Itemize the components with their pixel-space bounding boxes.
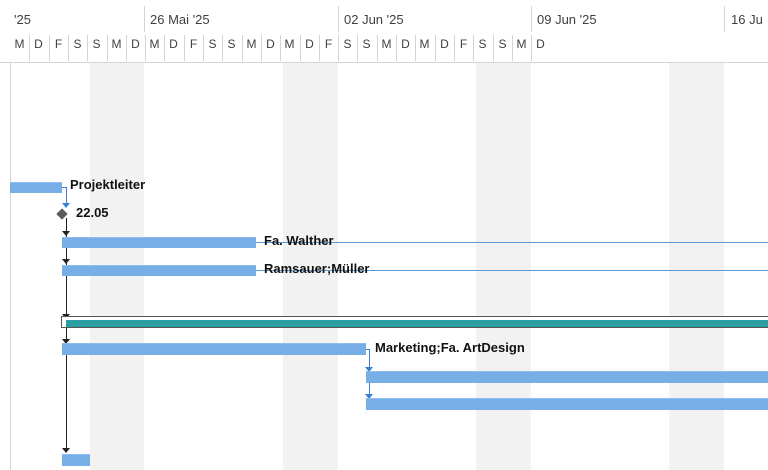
task-bar[interactable] — [366, 398, 768, 410]
day-label: F — [324, 37, 333, 51]
week-separator — [724, 6, 725, 32]
day-label: D — [536, 37, 545, 51]
task-bar-fa-walther[interactable] — [62, 237, 256, 248]
day-label: D — [401, 37, 410, 51]
link-line — [66, 187, 67, 204]
resource-label-fa-walther: Fa. Walther — [264, 233, 334, 248]
day-label: D — [34, 37, 43, 51]
dependency-line — [66, 218, 67, 451]
day-label: F — [54, 37, 63, 51]
day-label: M — [14, 37, 25, 51]
link-line — [369, 349, 370, 369]
day-label: M — [516, 37, 527, 51]
day-label: S — [227, 37, 236, 51]
day-label: M — [246, 37, 257, 51]
task-bar-projektleiter[interactable] — [10, 182, 62, 193]
week-separator — [531, 6, 532, 32]
week-separator — [144, 6, 145, 32]
day-label: D — [305, 37, 314, 51]
day-label: M — [111, 37, 122, 51]
day-label: S — [92, 37, 101, 51]
day-label: D — [169, 37, 178, 51]
week-label: 09 Jun '25 — [537, 12, 597, 27]
day-label: M — [149, 37, 160, 51]
day-label: D — [266, 37, 275, 51]
day-label: S — [73, 37, 82, 51]
day-label: S — [343, 37, 352, 51]
summary-task-progress — [66, 320, 768, 327]
week-label: 16 Ju — [731, 12, 763, 27]
dependency-arrow — [62, 448, 70, 453]
day-label: S — [478, 37, 487, 51]
day-label: M — [284, 37, 295, 51]
task-bar-marketing[interactable] — [62, 343, 366, 355]
resource-label-projektleiter: Projektleiter — [70, 177, 146, 192]
task-bar[interactable] — [366, 371, 768, 383]
day-label: S — [208, 37, 217, 51]
day-label: F — [459, 37, 468, 51]
task-bar[interactable] — [62, 454, 90, 466]
week-label: 02 Jun '25 — [344, 12, 404, 27]
week-separator — [338, 6, 339, 32]
resource-label-ramsauer-mueller: Ramsauer;Müller — [264, 261, 370, 276]
milestone-date-label: 22.05 — [76, 205, 109, 220]
task-bar-ramsauer-mueller[interactable] — [62, 265, 256, 276]
day-label: M — [381, 37, 392, 51]
dependency-arrow — [62, 259, 70, 264]
dependency-arrow — [62, 231, 70, 236]
week-label: '25 — [14, 12, 31, 27]
day-label: S — [498, 37, 507, 51]
link-arrow — [62, 203, 70, 208]
day-label: D — [131, 37, 140, 51]
gantt-chart: '25 26 Mai '25 02 Jun '25 09 Jun '25 16 … — [0, 0, 768, 470]
day-label: S — [362, 37, 371, 51]
resource-label-marketing: Marketing;Fa. ArtDesign — [375, 340, 525, 355]
day-label: M — [419, 37, 430, 51]
timescale-header: '25 26 Mai '25 02 Jun '25 09 Jun '25 16 … — [0, 0, 768, 63]
day-label: D — [440, 37, 449, 51]
timeline-left-border — [10, 0, 11, 470]
week-label: 26 Mai '25 — [150, 12, 210, 27]
day-label: F — [189, 37, 198, 51]
